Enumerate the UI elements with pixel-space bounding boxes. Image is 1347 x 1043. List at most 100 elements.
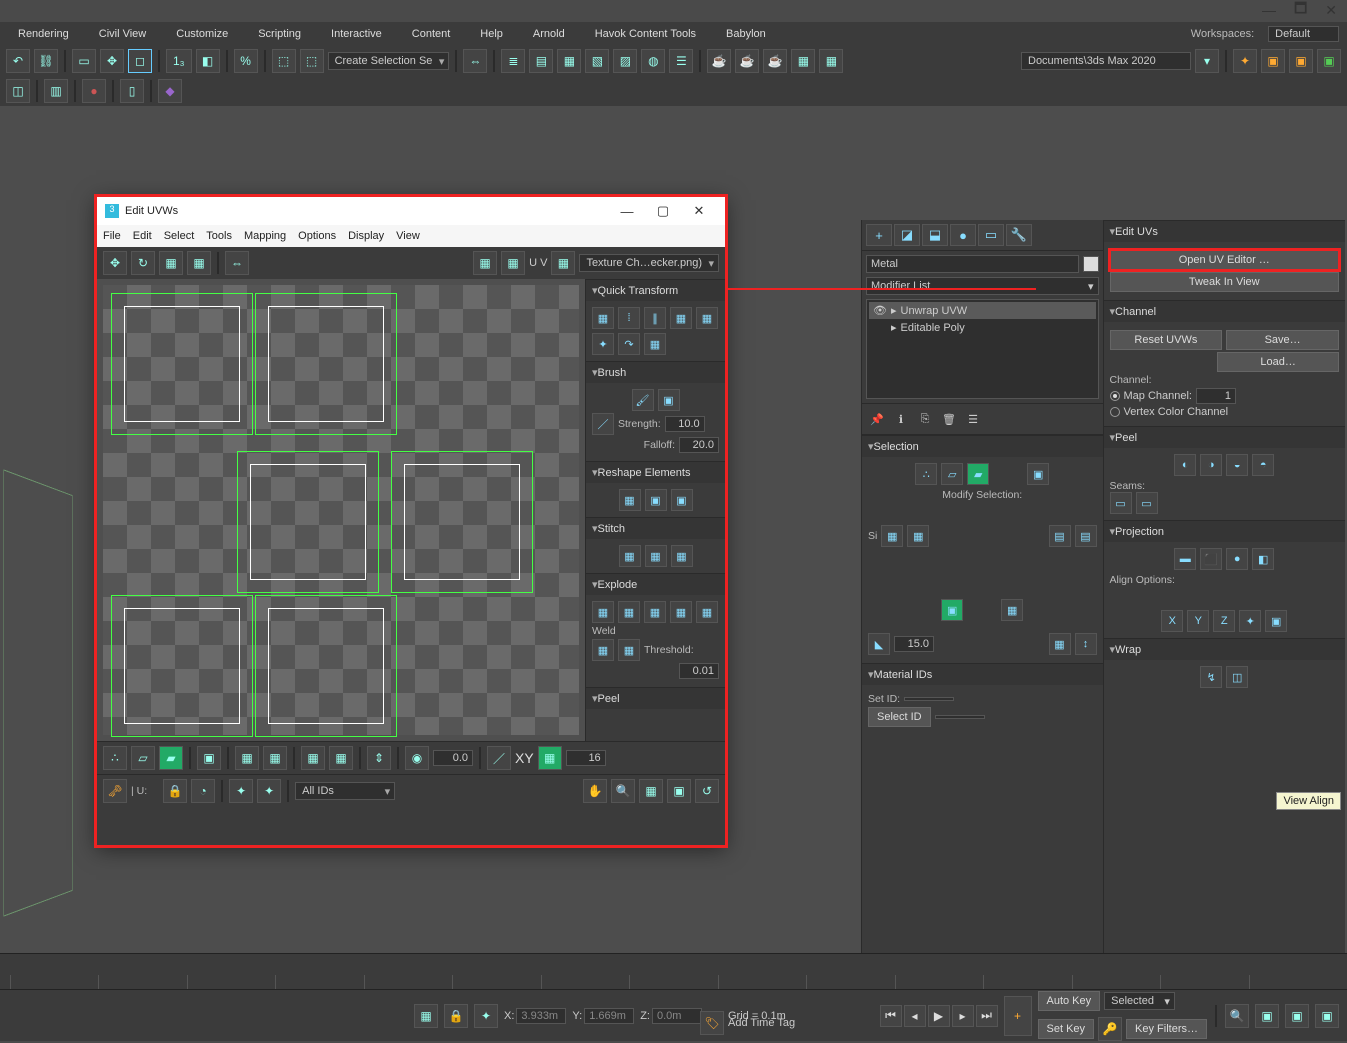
brush-line-icon[interactable]: ／ [592, 413, 614, 435]
stitch2-icon[interactable]: ▦ [645, 545, 667, 567]
stitch3-icon[interactable]: ▦ [671, 545, 693, 567]
set-key-button[interactable]: Set Key [1038, 1019, 1095, 1039]
select-object-icon[interactable]: ◻ [128, 49, 152, 73]
sb-adaptive-icon[interactable]: ✦ [474, 1004, 498, 1028]
texture-dropdown[interactable]: Texture Ch…ecker.png) [579, 254, 719, 272]
wrap1-icon[interactable]: ↯ [1200, 666, 1222, 688]
map-channel-spinner[interactable]: 1 [1196, 388, 1236, 404]
sel-opt1-icon[interactable]: ▦ [1049, 633, 1071, 655]
auto-key-button[interactable]: Auto Key [1038, 991, 1101, 1011]
set-id-spinner[interactable] [904, 697, 954, 701]
display-tab-icon[interactable]: ▭ [978, 224, 1004, 246]
b1-shrink-icon[interactable]: ▦ [329, 746, 353, 770]
element-mode-icon[interactable]: ▣ [1027, 463, 1049, 485]
modifier-stack[interactable]: 👁 ▸ Unwrap UVW ▸ Editable Poly [866, 299, 1099, 399]
tool2-icon[interactable]: ▣ [1261, 49, 1285, 73]
ring-icon[interactable]: ▤ [1049, 525, 1071, 547]
falloff-spinner[interactable]: 20.0 [679, 437, 719, 453]
pin-stack-icon[interactable]: 📌 [868, 410, 886, 428]
selection-header[interactable]: Selection [862, 436, 1103, 457]
timeline[interactable]: 30 35 40 45 50 55 60 65 70 75 80 85 90 9… [0, 953, 1347, 989]
hierarchy-tab-icon[interactable]: ⬓ [922, 224, 948, 246]
render-last-icon[interactable]: ☕ [763, 49, 787, 73]
grow-icon[interactable]: ▦ [881, 525, 903, 547]
create-tab-icon[interactable]: + [866, 224, 892, 246]
setkey-big-icon[interactable]: + [1004, 996, 1032, 1036]
selection-grid-icon[interactable]: ▦ [1001, 599, 1023, 621]
menu-interactive[interactable]: Interactive [321, 26, 392, 42]
undo-icon[interactable]: ↶ [6, 49, 30, 73]
align-z-button[interactable]: Z [1213, 610, 1235, 632]
workspace-dropdown[interactable]: Default [1268, 26, 1339, 42]
utilities-tab-icon[interactable]: 🔧 [1006, 224, 1032, 246]
dialog-close-button[interactable]: ✕ [681, 203, 717, 219]
mirror-icon[interactable]: ⇔ [463, 49, 487, 73]
face-mode-icon[interactable]: ▰ [967, 463, 989, 485]
uvw-menu-file[interactable]: File [103, 230, 121, 242]
add-time-tag[interactable]: Add Time Tag [728, 1017, 795, 1029]
quicktransform-header[interactable]: Quick Transform [586, 280, 725, 301]
reshape-header[interactable]: Reshape Elements [586, 462, 725, 483]
dope-sheet-icon[interactable]: ▨ [613, 49, 637, 73]
uvw-rotate-icon[interactable]: ↻ [131, 251, 155, 275]
material-editor-icon[interactable]: ◍ [641, 49, 665, 73]
eye-icon[interactable]: 👁 [873, 304, 887, 317]
peel3-icon[interactable]: ◒ [1226, 454, 1248, 476]
render-icon[interactable]: ☕ [707, 49, 731, 73]
nav-orbit-icon[interactable]: ▣ [1255, 1004, 1279, 1028]
x-value[interactable]: 3.933m [516, 1008, 566, 1024]
exp2-icon[interactable]: ▦ [618, 601, 640, 623]
edituvs-header[interactable]: Edit UVs [1104, 221, 1346, 242]
peel-header[interactable]: Peel [1104, 427, 1346, 448]
maximize-button[interactable]: 🗖 [1294, 0, 1307, 22]
qt6-icon[interactable]: ✦ [592, 333, 614, 355]
goto-start-icon[interactable]: ⏮ [880, 1005, 902, 1027]
projection-header[interactable]: Projection [1104, 521, 1346, 542]
angle-snap-icon[interactable]: ⬚ [300, 49, 324, 73]
tweak-in-view-button[interactable]: Tweak In View [1110, 272, 1340, 292]
sel-opt2-icon[interactable]: ↕ [1075, 633, 1097, 655]
save-uvws-button[interactable]: Save… [1226, 330, 1339, 350]
uvpeel-header[interactable]: Peel [586, 688, 725, 709]
menu-babylon[interactable]: Babylon [716, 26, 776, 42]
loop-icon[interactable]: ▤ [1075, 525, 1097, 547]
dialog-maximize-button[interactable]: ▢ [645, 203, 681, 219]
uvw-texopt-icon[interactable]: ▦ [551, 251, 575, 275]
b1-face-icon[interactable]: ▰ [159, 746, 183, 770]
make-unique-icon[interactable]: ⎘ [916, 410, 934, 428]
utility3-icon[interactable]: ◆ [158, 79, 182, 103]
exp3-icon[interactable]: ▦ [644, 601, 666, 623]
select-id-spinner[interactable] [935, 715, 985, 719]
allids-dropdown[interactable]: All IDs [295, 782, 395, 800]
menu-customize[interactable]: Customize [166, 26, 238, 42]
uvw-checker2-icon[interactable]: ▦ [501, 251, 525, 275]
qt7-icon[interactable]: ↷ [618, 333, 640, 355]
align-icon[interactable]: ≣ [501, 49, 525, 73]
b2-filter-icon[interactable]: ◔ [191, 779, 215, 803]
align-view-icon[interactable]: ▣ [1265, 610, 1287, 632]
threshold-spinner[interactable]: 0.01 [679, 663, 719, 679]
cylindrical-proj-icon[interactable]: ⬛ [1200, 548, 1222, 570]
expand-icon[interactable]: ▸ [891, 304, 897, 317]
brush-header[interactable]: Brush [586, 362, 725, 383]
curve-editor-icon[interactable]: ▧ [585, 49, 609, 73]
strength-spinner[interactable]: 10.0 [665, 416, 705, 432]
percent-icon[interactable]: % [234, 49, 258, 73]
b1-edge-icon[interactable]: ▱ [131, 746, 155, 770]
select-icon[interactable]: ▭ [72, 49, 96, 73]
selection-set-dropdown[interactable]: Create Selection Se [328, 52, 450, 70]
configure-icon[interactable]: ☰ [964, 410, 982, 428]
stack-item-editablepoly[interactable]: ▸ Editable Poly [869, 319, 1096, 336]
modifier-list-dropdown[interactable]: Modifier List [866, 277, 1099, 295]
brush2-icon[interactable]: ▣ [658, 389, 680, 411]
axis-icon[interactable]: 1₃ [166, 49, 192, 73]
material-ids-header[interactable]: Material IDs [862, 664, 1103, 685]
uvw-scale-icon[interactable]: ▦ [159, 251, 183, 275]
menu-havok[interactable]: Havok Content Tools [585, 26, 706, 42]
weld1-icon[interactable]: ▦ [592, 639, 614, 661]
brush1-icon[interactable]: 🖌 [632, 389, 654, 411]
render-setup-icon[interactable]: ☰ [669, 49, 693, 73]
reset-uvws-button[interactable]: Reset UVWs [1110, 330, 1223, 350]
rotation-spinner[interactable]: 0.0 [433, 750, 473, 766]
sb-lock-icon[interactable]: 🔒 [444, 1004, 468, 1028]
